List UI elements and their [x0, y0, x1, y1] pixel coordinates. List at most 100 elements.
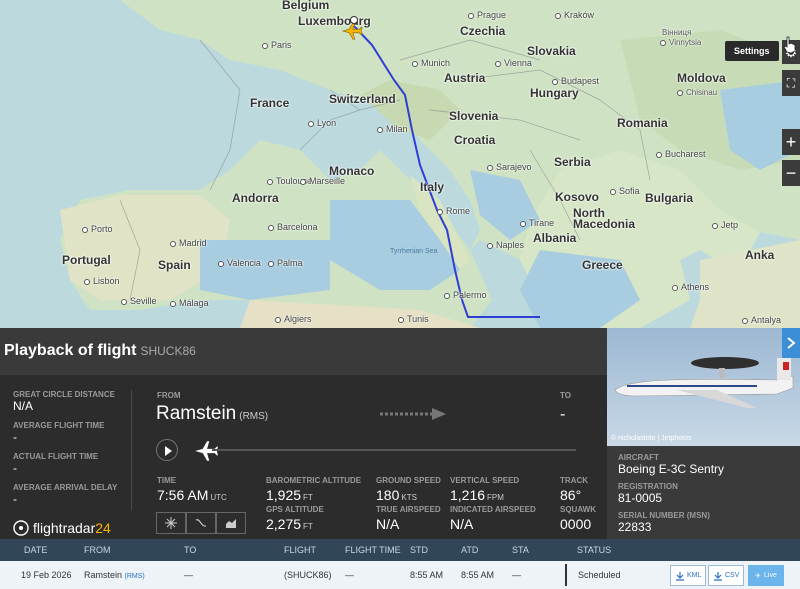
csv-label: CSV — [725, 572, 740, 579]
from-city[interactable]: Ramstein (RMS) — [156, 403, 268, 425]
row-to: — — [184, 570, 193, 580]
label-antalya: Antalya — [742, 315, 781, 325]
label-madrid: Madrid — [170, 238, 207, 248]
label-naples: Naples — [487, 240, 524, 250]
label-serbia: Serbia — [554, 155, 591, 169]
flightradar24-logo[interactable]: flightradar 24 — [13, 520, 111, 536]
download-icon — [714, 571, 722, 581]
playback-tools — [156, 512, 246, 534]
true-airspeed-label: TRUE AIRSPEED — [376, 505, 441, 514]
kml-download-button[interactable]: KML — [670, 565, 707, 586]
row-from-code[interactable]: (RMS) — [125, 573, 145, 580]
label-malaga: Málaga — [170, 298, 209, 308]
vertical-speed-value: 1,216 — [450, 487, 486, 503]
zoom-in-button[interactable]: + — [782, 129, 800, 155]
from-label: FROM — [157, 391, 181, 400]
row-from-city: Ramstein — [84, 570, 123, 580]
time-label: TIME — [157, 476, 177, 485]
from-city-code: (RMS) — [239, 411, 269, 422]
ground-speed-unit: KTS — [401, 493, 417, 502]
label-spain: Spain — [158, 258, 191, 272]
route-toggle-button[interactable] — [186, 512, 216, 534]
col-flight-time: FLIGHT TIME — [345, 545, 401, 555]
aircraft-card: © nicholastoto | Jetphotos AIRCRAFT Boei… — [607, 328, 800, 539]
live-icon: ✈ — [755, 572, 762, 580]
label-chisinau: Chisinau — [677, 88, 717, 97]
row-std: 8:55 AM — [410, 570, 444, 580]
label-lyon: Lyon — [308, 118, 336, 128]
label-munich: Munich — [412, 58, 450, 68]
ground-speed-cell: GROUND SPEED 180 KTS — [376, 476, 441, 503]
label-france: France — [250, 96, 290, 110]
col-to: TO — [184, 545, 197, 555]
label-izmir: Jetp — [712, 220, 738, 230]
aircraft-photo[interactable]: © nicholastoto | Jetphotos — [607, 328, 800, 446]
panel-divider — [131, 390, 132, 510]
label-macedonia: Macedonia — [573, 217, 636, 231]
stat-label-actual-flight-time: ACTUAL FLIGHT TIME — [13, 452, 99, 461]
col-date: DATE — [24, 545, 48, 555]
row-from[interactable]: Ramstein (RMS) — [84, 570, 145, 580]
registration-value: 81-0005 — [618, 491, 663, 505]
stat-label-distance: GREAT CIRCLE DISTANCE — [13, 390, 115, 399]
baro-alt-value: 1,925 — [266, 487, 302, 503]
timeline-track[interactable] — [212, 449, 576, 451]
kml-label: KML — [687, 572, 702, 579]
label-sarajevo: Sarajevo — [487, 162, 532, 172]
stat-value-avg-arrival-delay: - — [13, 492, 17, 506]
col-sta: STA — [512, 545, 529, 555]
timeline-airplane-icon[interactable] — [191, 438, 221, 464]
label-bulgaria: Bulgaria — [645, 191, 694, 205]
close-button[interactable] — [782, 328, 800, 358]
col-std: STD — [410, 545, 428, 555]
time-unit: UTC — [210, 493, 227, 502]
center-view-button[interactable] — [156, 512, 186, 534]
baro-alt-unit: FT — [303, 493, 313, 502]
chevron-right-icon — [787, 337, 796, 349]
hand-cursor-icon — [783, 36, 796, 54]
label-albania: Albania — [533, 231, 577, 245]
label-rome: Rome — [437, 206, 470, 216]
label-tirane: Tirane — [520, 218, 554, 228]
serial-value: 22833 — [618, 520, 652, 534]
route-icon — [195, 519, 207, 527]
playback-panel: Playback of flight SHUCK86 GREAT CIRCLE D… — [0, 328, 607, 539]
label-prague: Prague — [468, 10, 506, 20]
map[interactable]: Belgium Luxembourg Prague Kraków Czechia… — [0, 0, 800, 328]
label-seville: Seville — [121, 296, 157, 306]
flight-stats: GREAT CIRCLE DISTANCE N/A AVERAGE FLIGHT… — [13, 390, 131, 514]
label-italy: Italy — [420, 180, 445, 194]
graph-toggle-button[interactable] — [216, 512, 246, 534]
stat-value-avg-flight-time: - — [13, 430, 17, 444]
gps-alt-value: 2,275 — [266, 516, 302, 532]
play-button[interactable] — [156, 439, 178, 461]
aircraft-info: AIRCRAFT Boeing E-3C Sentry REGISTRATION… — [618, 453, 724, 540]
label-budapest: Budapest — [552, 76, 599, 86]
label-marseille: Marseille — [300, 176, 345, 186]
label-greece: Greece — [582, 258, 623, 272]
zoom-out-button[interactable]: − — [782, 160, 800, 186]
vertical-speed-cell: VERTICAL SPEED 1,216 FPM — [450, 476, 519, 503]
origin-marker — [350, 16, 358, 24]
csv-download-button[interactable]: CSV — [708, 565, 745, 586]
label-andorra: Andorra — [232, 191, 279, 205]
squawk-label: SQUAWK — [560, 505, 596, 514]
status-indicator — [565, 564, 567, 586]
live-button[interactable]: ✈ Live — [748, 565, 784, 586]
route-arrow-icon — [380, 408, 446, 420]
ground-speed-value: 180 — [376, 487, 400, 503]
label-moldova: Moldova — [677, 71, 726, 85]
row-sta: — — [512, 570, 521, 580]
fullscreen-icon[interactable]: ⛶ — [782, 70, 800, 96]
stat-label-avg-arrival-delay: AVERAGE ARRIVAL DELAY — [13, 483, 118, 492]
label-ankara: Anka — [745, 248, 775, 262]
track-cell: TRACK 86° — [560, 476, 588, 503]
col-atd: ATD — [461, 545, 479, 555]
track-label: TRACK — [560, 476, 588, 485]
time-cell: TIME 7:56 AM UTC — [157, 476, 227, 503]
label-palermo: Palermo — [444, 290, 487, 300]
label-paris: Paris — [262, 40, 292, 50]
table-row[interactable]: 19 Feb 2026 Ramstein (RMS) — (SHUCK86) —… — [0, 561, 800, 589]
label-switzerland: Switzerland — [329, 92, 396, 106]
baro-alt-label: BAROMETRIC ALTITUDE — [266, 476, 362, 485]
